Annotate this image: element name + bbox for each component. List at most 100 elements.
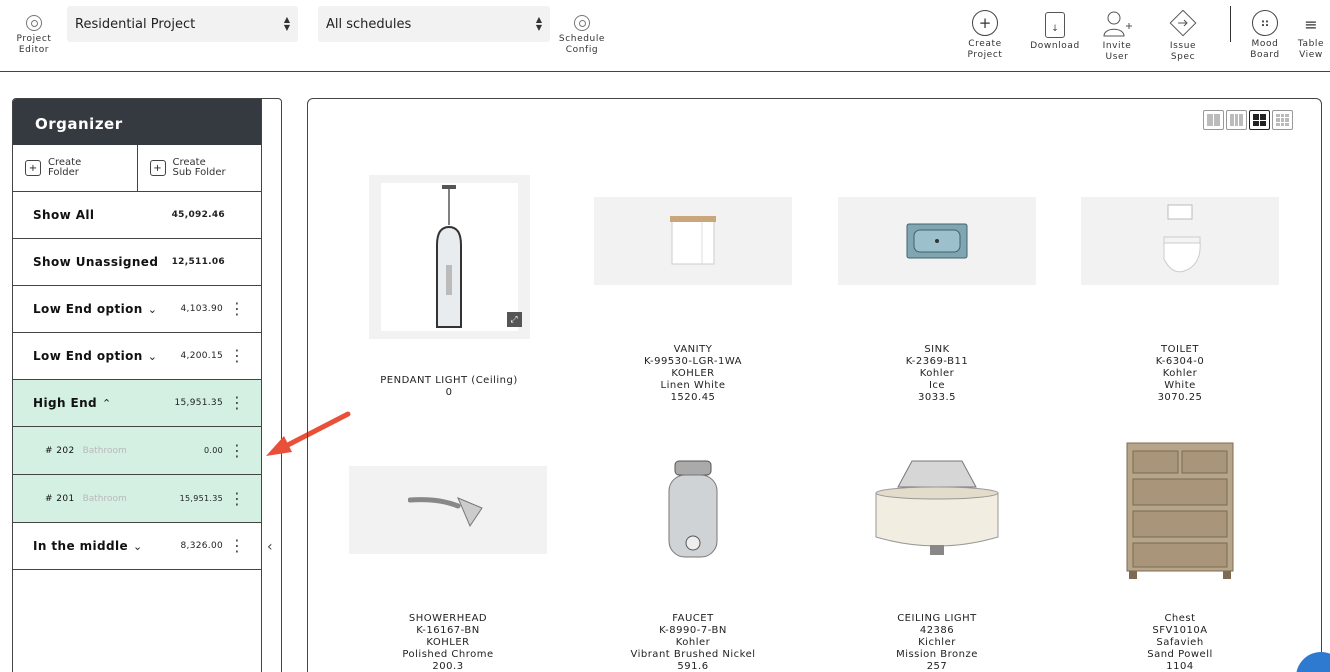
subfolder-number: # 202 (45, 445, 75, 456)
create-project-button[interactable]: + Create Project (962, 10, 1008, 61)
create-subfolder-label: Create Sub Folder (172, 157, 226, 178)
more-vertical-icon[interactable]: ⋮ (229, 301, 245, 317)
chest-icon (1081, 441, 1279, 579)
product-card-faucet[interactable]: FAUCET K-8990-7-BN Kohler Vibrant Brushe… (594, 459, 792, 672)
product-info: PENDANT LIGHT (Ceiling) 0 (380, 375, 518, 399)
chevron-down-icon[interactable]: ⌄ (148, 350, 157, 363)
product-info: TOILET K-6304-0 Kohler White 3070.25 (1156, 344, 1205, 404)
subfolder-202[interactable]: # 202 Bathroom 0.00 ⋮ (13, 427, 261, 475)
select-arrows-icon: ▲ ▼ (283, 15, 290, 32)
folder-amount: 45,092.46 (171, 210, 225, 220)
invite-user-button[interactable]: Invite User (1096, 10, 1138, 63)
product-name: TOILET (1161, 344, 1199, 355)
product-price: 1520.45 (670, 392, 716, 403)
folder-name: High End (33, 396, 97, 410)
product-name: VANITY (673, 344, 713, 355)
issue-spec-button[interactable]: Issue Spec (1162, 10, 1204, 63)
table-view-button[interactable]: ≡ Table View (1294, 14, 1328, 61)
expand-icon[interactable]: ⤢ (506, 312, 522, 327)
folder-in-the-middle[interactable]: In the middle ⌄ 8,326.00 ⋮ (13, 523, 261, 570)
folder-amount: 8,326.00 (180, 541, 223, 551)
grid-4-icon[interactable] (1249, 110, 1270, 130)
grid-3-icon[interactable] (1226, 110, 1247, 130)
folder-high-end[interactable]: High End ⌃ 15,951.35 ⋮ (13, 380, 261, 427)
product-card-vanity[interactable]: VANITY K-99530-LGR-1WA KOHLER Linen Whit… (594, 197, 792, 404)
folder-name: Low End option (33, 349, 143, 363)
folder-amount: 4,200.15 (180, 351, 223, 361)
product-info: SINK K-2369-B11 Kohler Ice 3033.5 (906, 344, 968, 404)
schedule-config-label: Schedule Config (558, 34, 606, 55)
product-card-sink[interactable]: SINK K-2369-B11 Kohler Ice 3033.5 (838, 197, 1036, 404)
chevron-down-icon[interactable]: ⌄ (148, 303, 157, 316)
product-card-ceiling-light[interactable]: CEILING LIGHT 42386 Kichler Mission Bron… (838, 459, 1036, 672)
folder-name: Show Unassigned (33, 255, 159, 269)
product-price: 3070.25 (1157, 392, 1203, 403)
chevron-up-icon[interactable]: ⌃ (102, 397, 111, 410)
top-toolbar: Project Editor Residential Project ▲ ▼ Al… (0, 0, 1330, 72)
folder-show-unassigned[interactable]: Show Unassigned 12,511.06 (13, 239, 261, 286)
product-card-toilet[interactable]: TOILET K-6304-0 Kohler White 3070.25 (1081, 197, 1279, 404)
gear-icon (574, 15, 590, 31)
add-user-icon (1103, 11, 1132, 37)
plus-box-icon: + (25, 160, 41, 176)
project-select[interactable]: Residential Project ▲ ▼ (67, 6, 298, 42)
product-card-chest[interactable]: Chest SFV1010A Safavieh Sand Powell 1104 (1081, 441, 1279, 672)
ceiling-light-icon (838, 459, 1036, 561)
product-brand: KOHLER (426, 637, 470, 648)
product-brand: Kohler (1162, 368, 1198, 379)
mood-board-icon: :: (1252, 10, 1278, 36)
grid-2-icon[interactable] (1203, 110, 1224, 130)
project-select-value: Residential Project (75, 16, 196, 32)
schedule-select-value: All schedules (326, 16, 412, 32)
folder-low-end-option[interactable]: Low End option ⌄ 4,103.90 ⋮ (13, 286, 261, 333)
product-info: CEILING LIGHT 42386 Kichler Mission Bron… (896, 613, 978, 672)
product-name: SHOWERHEAD (408, 613, 488, 624)
schedule-select[interactable]: All schedules ▲ ▼ (318, 6, 550, 42)
folder-name: Show All (33, 208, 95, 222)
more-vertical-icon[interactable]: ⋮ (229, 348, 245, 364)
sink-icon (838, 197, 1036, 285)
product-card-showerhead[interactable]: SHOWERHEAD K-16167-BN KOHLER Polished Ch… (349, 466, 547, 672)
product-price: 1104 (1166, 661, 1194, 672)
collapse-sidebar-icon[interactable]: ‹ (267, 539, 273, 555)
product-model: 42386 (919, 625, 955, 636)
subfolder-amount: 0.00 (203, 446, 223, 455)
folder-show-all[interactable]: Show All 45,092.46 (13, 192, 261, 239)
organizer-panel: Organizer + Create Folder + Create Sub F… (12, 98, 282, 672)
folder-low-end-option-2[interactable]: Low End option ⌄ 4,200.15 ⋮ (13, 333, 261, 380)
folder-amount: 4,103.90 (180, 304, 223, 314)
product-card-pendant-light[interactable]: ⤢ PENDANT LIGHT (Ceiling) 0 (348, 175, 550, 399)
product-brand: KOHLER (671, 368, 715, 379)
product-info: FAUCET K-8990-7-BN Kohler Vibrant Brushe… (630, 613, 755, 672)
product-finish: Vibrant Brushed Nickel (630, 649, 756, 660)
create-folder-label: Create Folder (48, 157, 82, 178)
product-model: K-2369-B11 (905, 356, 969, 367)
gear-icon (26, 15, 42, 31)
table-view-label: Table View (1297, 39, 1325, 60)
product-name: PENDANT LIGHT (Ceiling) (380, 375, 518, 386)
product-grid-panel: ⤢ PENDANT LIGHT (Ceiling) 0 VANITY K-995… (307, 98, 1322, 672)
download-button[interactable]: ↓ Download (1029, 12, 1081, 52)
product-brand: Safavieh (1156, 637, 1204, 648)
create-subfolder-button[interactable]: + Create Sub Folder (138, 145, 262, 191)
schedule-config-button[interactable]: Schedule Config (557, 15, 607, 56)
product-brand: Kichler (918, 637, 956, 648)
more-vertical-icon[interactable]: ⋮ (229, 395, 245, 411)
more-vertical-icon[interactable]: ⋮ (229, 442, 245, 459)
create-folder-button[interactable]: + Create Folder (13, 145, 138, 191)
product-name: SINK (924, 344, 950, 355)
product-name: FAUCET (672, 613, 714, 624)
product-brand: Kohler (919, 368, 955, 379)
subfolder-201[interactable]: # 201 Bathroom 15,951.35 ⋮ (13, 475, 261, 523)
showerhead-icon (349, 466, 547, 554)
product-finish: Ice (928, 380, 946, 391)
chevron-down-icon[interactable]: ⌄ (133, 540, 142, 553)
product-price: 257 (926, 661, 948, 672)
project-editor-button[interactable]: Project Editor (14, 15, 54, 56)
grid-6-icon[interactable] (1272, 110, 1293, 130)
product-model: K-8990-7-BN (659, 625, 727, 636)
folder-amount: 15,951.35 (174, 398, 223, 408)
more-vertical-icon[interactable]: ⋮ (229, 490, 245, 507)
more-vertical-icon[interactable]: ⋮ (229, 538, 245, 554)
mood-board-button[interactable]: :: Mood Board (1244, 10, 1286, 61)
